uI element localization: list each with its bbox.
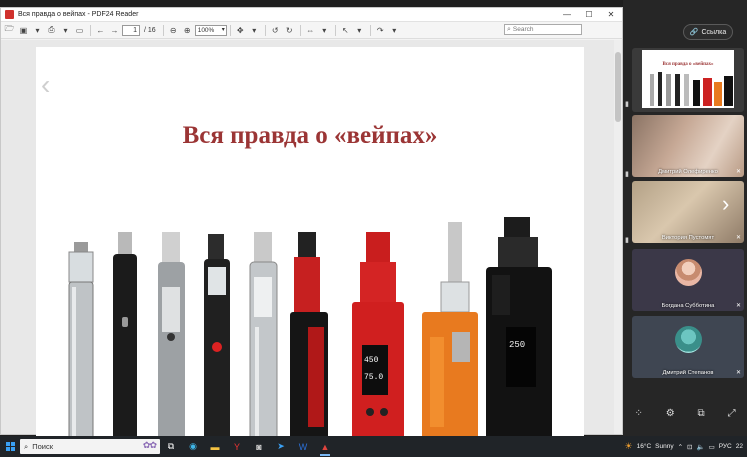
weather-text: Sunny [655,443,674,450]
page-total: / 16 [144,26,156,34]
side-indicator-icon: ▮ [625,101,629,108]
pan-icon[interactable]: ✥ [234,24,247,37]
pdf24-taskbar-icon[interactable]: ▲ [314,436,336,457]
scrollbar-thumb[interactable] [615,52,621,122]
share-icon[interactable]: ↷ [374,24,387,37]
rotate-left-icon[interactable]: ↺ [269,24,282,37]
fit-dropdown-icon[interactable]: ▾ [318,24,331,37]
participant-name: Дмитрий Олефиренко [658,169,718,175]
thumbnail-vapes-image [650,72,733,106]
previous-slide-arrow-icon[interactable]: ‹ [41,69,50,101]
mic-off-icon: ✕ [735,169,741,175]
search-input[interactable]: ⌕ Search [504,24,582,35]
battery-icon[interactable]: ▭ [709,443,715,451]
avatar [675,326,702,353]
svg-text:450: 450 [364,356,379,365]
minimize-button[interactable]: — [556,10,578,19]
panel-controls: ⁘ ⚙ ⧉ ⤢ [623,400,747,426]
yandex-browser-icon[interactable]: Y [226,436,248,457]
taskbar: ⌕ Поиск ✿✿ ⧉ ◉ ▬ Y ◙ ➤ W ▲ ☀ 16°C Sunny … [0,436,747,457]
camera-app-icon[interactable]: ◙ [248,436,270,457]
window-title: Вся правда о вейпах - PDF24 Reader [18,11,139,18]
pan-dropdown-icon[interactable]: ▾ [248,24,261,37]
file-explorer-icon[interactable]: ▬ [204,436,226,457]
windows-logo-icon [5,442,15,451]
language-indicator[interactable]: РУС [719,443,732,450]
task-view-icon[interactable]: ⧉ [160,436,182,457]
link-icon: 🔗 [689,29,699,36]
forward-arrow-icon[interactable]: → [108,24,121,37]
open-folder-icon[interactable]: 🗁 [3,24,16,37]
vape-devices-image: 450 75.0 250 [68,217,552,437]
next-arrow-icon[interactable]: › [722,191,729,217]
word-icon[interactable]: W [292,436,314,457]
share-dropdown-icon[interactable]: ▾ [388,24,401,37]
select-cursor-icon[interactable]: ↖ [339,24,352,37]
side-indicator-icon: ▮ [625,171,629,178]
screen-share-thumbnail[interactable]: Вся правда о «вейпах» [632,48,744,112]
title-bar: Вся правда о вейпах - PDF24 Reader — ☐ ✕ [1,8,622,22]
participant-tile[interactable]: Виктория Пустомят ✕ › [632,181,744,243]
print-dropdown-icon[interactable]: ▾ [59,24,72,37]
vertical-scrollbar[interactable] [614,40,622,434]
window-controls: — ☐ ✕ [556,10,622,19]
participant-name: Виктория Пустомят [661,235,715,241]
pdf-page: Вся правда о «вейпах» 450 75.0 250 ‹ [36,47,584,437]
print-icon[interactable]: ⎙ [45,24,58,37]
grid-icon[interactable]: ⁘ [634,408,642,419]
maximize-button[interactable]: ☐ [578,10,600,19]
screen: Вся правда о вейпах - PDF24 Reader — ☐ ✕… [0,0,747,457]
rotate-right-icon[interactable]: ↻ [283,24,296,37]
participant-tile[interactable]: Богдана Субботина ✕ [632,249,744,311]
expand-icon[interactable]: ⤢ [728,408,736,419]
search-icon: ⌕ [24,441,29,451]
slide-title: Вся правда о «вейпах» [182,122,438,149]
search-highlight-icon: ✿✿ [142,440,157,450]
svg-text:250: 250 [509,340,525,350]
window-icon[interactable]: ▭ [73,24,86,37]
zoom-out-icon[interactable]: ⊖ [167,24,180,37]
tray-expand-icon[interactable]: ⌃ [678,443,683,451]
save-dropdown-icon[interactable]: ▾ [31,24,44,37]
side-indicator-icon: ▮ [625,237,629,244]
save-icon[interactable]: ▣ [17,24,30,37]
participant-tile[interactable]: Дмитрий Олефиренко ✕ [632,115,744,177]
pip-icon[interactable]: ⧉ [698,408,705,419]
volume-icon[interactable]: 🔈 [696,443,704,451]
participant-tile[interactable]: Дмитрий Степанов ✕ [632,316,744,378]
edge-browser-icon[interactable]: ◉ [182,436,204,457]
avatar [675,259,702,286]
fit-width-icon[interactable]: ⇔ [304,24,317,37]
clock[interactable]: 22 [736,443,743,450]
cursor-dropdown-icon[interactable]: ▾ [353,24,366,37]
svg-text:75.0: 75.0 [364,373,383,382]
mic-off-icon: ✕ [735,303,741,309]
close-button[interactable]: ✕ [600,10,622,19]
participant-name: Богдана Субботина [661,303,715,309]
system-tray: ☀ 16°C Sunny ⌃ ⊡ 🔈 ▭ РУС 22 [625,436,747,457]
page-number-input[interactable]: 1 [122,24,140,36]
pdf24-app-icon [5,10,14,19]
temperature: 16°C [636,443,652,450]
mic-off-icon: ✕ [735,235,741,241]
back-arrow-icon[interactable]: ← [94,24,107,37]
zoom-select[interactable]: 100% [194,24,227,36]
mic-off-icon: ✕ [735,370,741,376]
telegram-icon[interactable]: ➤ [270,436,292,457]
start-button[interactable] [0,436,20,457]
pdf-reader-window: Вся правда о вейпах - PDF24 Reader — ☐ ✕… [0,7,623,437]
taskbar-search[interactable]: ⌕ Поиск ✿✿ [20,439,160,454]
weather-sun-icon: ☀ [624,441,633,451]
document-viewer[interactable]: Вся правда о «вейпах» 450 75.0 250 ‹ [1,40,622,437]
search-icon: ⌕ [507,25,511,33]
participant-name: Дмитрий Степанов [662,370,714,376]
link-button[interactable]: 🔗 Ссылка [683,24,733,40]
thumbnail-slide-title: Вся правда о «вейпах» [662,62,714,67]
network-icon[interactable]: ⊡ [687,443,692,451]
zoom-in-icon[interactable]: ⊕ [181,24,194,37]
settings-gear-icon[interactable]: ⚙ [666,408,675,419]
